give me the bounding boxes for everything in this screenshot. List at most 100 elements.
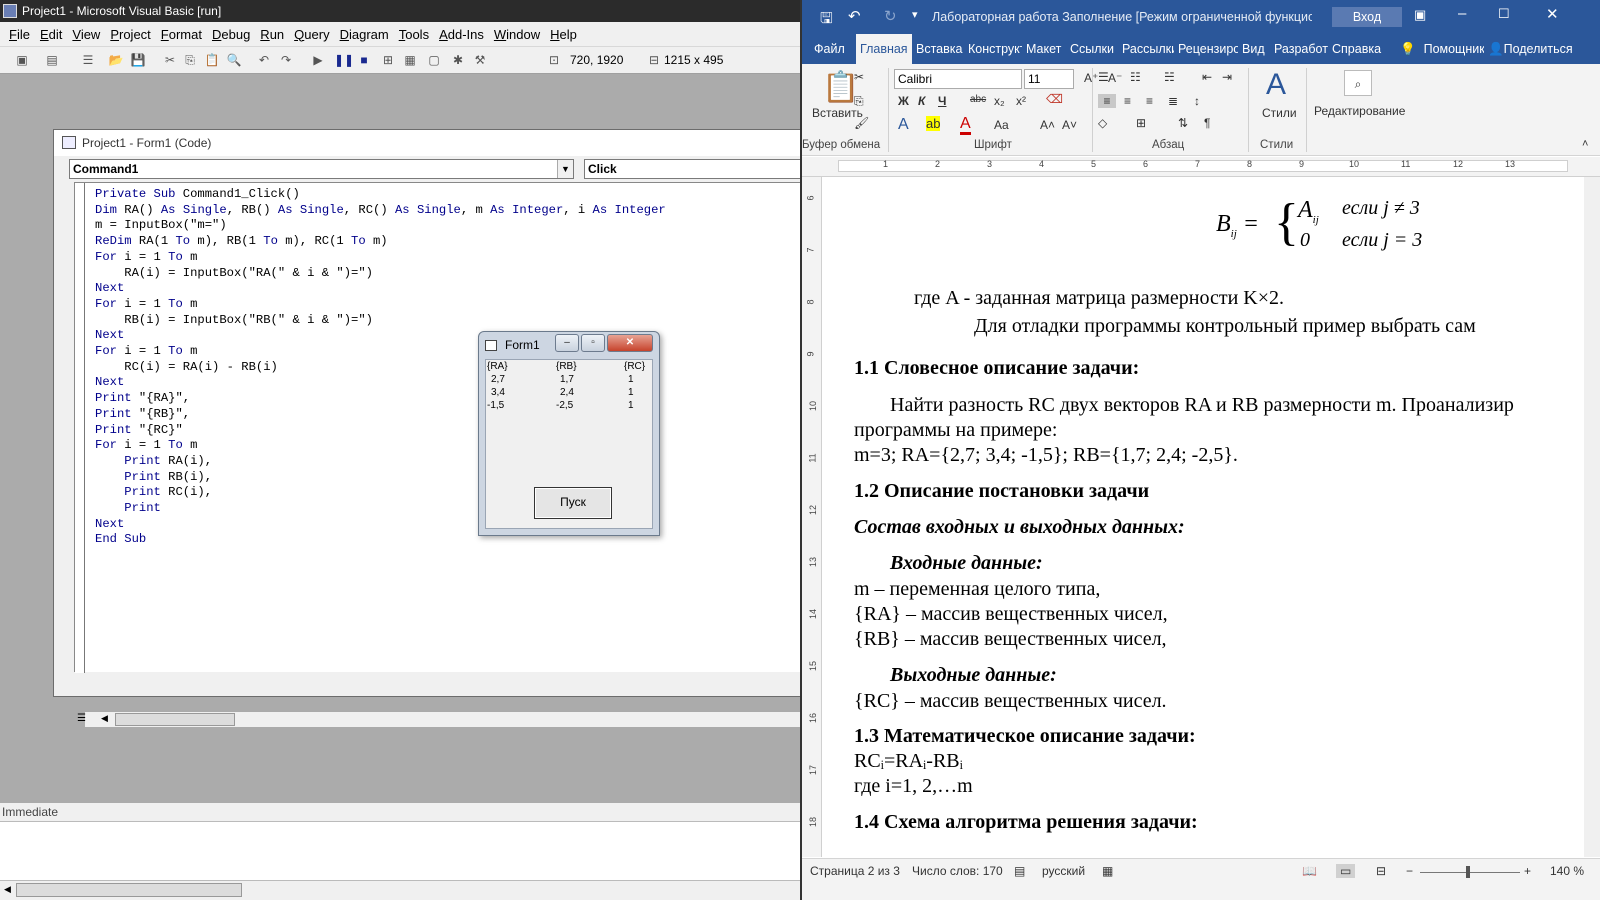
decrease-indent-icon[interactable]: ⇤ bbox=[1202, 70, 1212, 84]
save-icon[interactable]: 💾 bbox=[130, 53, 146, 67]
copy-icon[interactable]: ⎘ bbox=[854, 94, 864, 109]
scroll-thumb[interactable] bbox=[115, 713, 235, 726]
zoom-in-icon[interactable]: + bbox=[1524, 864, 1531, 878]
menu-file[interactable]: File bbox=[4, 27, 35, 42]
print-layout-icon[interactable]: ▭ bbox=[1336, 864, 1356, 878]
web-layout-icon[interactable]: ⊟ bbox=[1376, 864, 1386, 878]
zoom-level[interactable]: 140 % bbox=[1550, 864, 1584, 878]
object-combo[interactable]: Command1 ▼ bbox=[69, 159, 574, 179]
cut-icon[interactable]: ✂ bbox=[854, 70, 864, 84]
numbering-icon[interactable]: ☷ bbox=[1130, 70, 1141, 84]
sign-in-button[interactable]: Вход bbox=[1332, 7, 1402, 27]
maximize-button[interactable]: ▫ bbox=[581, 334, 605, 352]
end-icon[interactable]: ■ bbox=[356, 53, 372, 67]
editing-button[interactable]: Редактирование bbox=[1314, 104, 1405, 118]
clear-formatting-icon[interactable]: ⌫ bbox=[1046, 92, 1063, 106]
tab-file[interactable]: Файл bbox=[802, 34, 856, 64]
code-line[interactable]: m = InputBox("m=") bbox=[95, 218, 666, 234]
shading-icon[interactable]: ◇ bbox=[1098, 116, 1107, 130]
cut-icon[interactable]: ✂ bbox=[162, 53, 178, 67]
copy-icon[interactable]: ⎘ bbox=[182, 53, 198, 67]
proofing-icon[interactable]: ▤ bbox=[1014, 864, 1025, 878]
tab-references[interactable]: Ссылки bbox=[1066, 34, 1118, 64]
tab-layout[interactable]: Макет bbox=[1022, 34, 1066, 64]
menu-addins[interactable]: Add-Ins bbox=[434, 27, 489, 42]
language-indicator[interactable]: русский bbox=[1042, 864, 1085, 878]
text-effects-icon[interactable]: A bbox=[898, 116, 909, 134]
menu-diagram[interactable]: Diagram bbox=[335, 27, 394, 42]
word-count[interactable]: Число слов: 170 bbox=[912, 864, 1003, 878]
underline-icon[interactable]: Ч bbox=[938, 94, 946, 108]
add-project-icon[interactable]: ▣ bbox=[14, 53, 30, 67]
horizontal-scrollbar[interactable]: ☰ ◀ bbox=[77, 711, 805, 727]
increase-indent-icon[interactable]: ⇥ bbox=[1222, 70, 1232, 84]
tell-me-button[interactable]: 💡 Помощник bbox=[1392, 34, 1484, 64]
menu-debug[interactable]: Debug bbox=[207, 27, 255, 42]
paste-icon[interactable]: 📋 bbox=[204, 53, 220, 67]
code-line[interactable]: For i = 1 To m bbox=[95, 250, 666, 266]
code-line[interactable]: For i = 1 To m bbox=[95, 297, 666, 313]
undo-icon[interactable]: ↶ bbox=[848, 7, 861, 25]
code-line[interactable]: Dim RA() As Single, RB() As Single, RC()… bbox=[95, 203, 666, 219]
run-button[interactable]: Пуск bbox=[534, 487, 612, 519]
undo-icon[interactable]: ↶ bbox=[256, 53, 272, 67]
toolbox-icon[interactable]: ⚒ bbox=[472, 53, 488, 67]
save-icon[interactable]: 🖫 bbox=[820, 8, 833, 33]
tab-mailings[interactable]: Рассылки bbox=[1118, 34, 1174, 64]
menu-window[interactable]: Window bbox=[489, 27, 545, 42]
minimize-button[interactable]: – bbox=[1458, 5, 1466, 22]
shrink-font-icon[interactable]: A⁻ bbox=[1108, 71, 1122, 85]
break-icon[interactable]: ❚❚ bbox=[334, 53, 354, 67]
superscript-icon[interactable]: x² bbox=[1016, 94, 1026, 108]
menu-view[interactable]: View bbox=[67, 27, 105, 42]
align-right-icon[interactable]: ≡ bbox=[1146, 94, 1153, 108]
italic-icon[interactable]: К bbox=[918, 94, 925, 108]
shrink-font-2-icon[interactable]: A˅ bbox=[1062, 118, 1077, 132]
justify-icon[interactable]: ≣ bbox=[1168, 94, 1178, 108]
form-layout-icon[interactable]: ▢ bbox=[426, 53, 442, 67]
tab-insert[interactable]: Вставка bbox=[912, 34, 964, 64]
tab-view[interactable]: Вид bbox=[1238, 34, 1270, 64]
bold-icon[interactable]: Ж bbox=[898, 94, 909, 108]
document-page[interactable]: Bij = { Aij если j ≠ 3 0 если j = 3 где … bbox=[824, 177, 1580, 857]
immediate-scrollbar[interactable]: ◀ bbox=[0, 881, 800, 900]
align-center-icon[interactable]: ≡ bbox=[1124, 94, 1131, 108]
font-name-field[interactable]: Calibri bbox=[894, 69, 1022, 89]
menu-help[interactable]: Help bbox=[545, 27, 582, 42]
code-editor[interactable]: Private Sub Command1_Click() Dim RA() As … bbox=[74, 182, 805, 727]
vertical-ruler[interactable]: 6 7 8 9 10 11 12 13 14 15 16 17 18 bbox=[802, 177, 822, 857]
start-icon[interactable]: ▶ bbox=[310, 53, 326, 67]
strikethrough-icon[interactable]: abc bbox=[970, 94, 986, 105]
code-line[interactable]: RA(i) = InputBox("RA(" & i & ")=") bbox=[95, 266, 666, 282]
subscript-icon[interactable]: x₂ bbox=[994, 94, 1005, 108]
menu-query[interactable]: Query bbox=[289, 27, 334, 42]
properties-icon[interactable]: ▦ bbox=[402, 53, 418, 67]
tab-home[interactable]: Главная bbox=[856, 34, 912, 64]
code-line[interactable]: Next bbox=[95, 281, 666, 297]
close-button[interactable]: ✕ bbox=[1546, 5, 1559, 23]
share-button[interactable]: 👤Поделиться bbox=[1484, 34, 1584, 64]
zoom-slider-track[interactable] bbox=[1420, 872, 1520, 873]
align-left-icon[interactable]: ≡ bbox=[1098, 94, 1116, 108]
line-spacing-icon[interactable]: ↕ bbox=[1194, 94, 1200, 108]
read-mode-icon[interactable]: 📖 bbox=[1302, 864, 1317, 878]
procedure-combo[interactable]: Click bbox=[584, 159, 804, 179]
add-form-icon[interactable]: ▤ bbox=[44, 53, 60, 67]
ribbon-display-icon[interactable]: ▣ bbox=[1414, 7, 1426, 23]
open-icon[interactable]: 📂 bbox=[108, 53, 124, 67]
code-line[interactable]: Private Sub Command1_Click() bbox=[95, 187, 666, 203]
borders-icon[interactable]: ⊞ bbox=[1136, 116, 1146, 130]
zoom-slider-thumb[interactable] bbox=[1466, 866, 1470, 878]
styles-icon[interactable]: A bbox=[1266, 68, 1286, 102]
code-line[interactable]: ReDim RA(1 To m), RB(1 To m), RC(1 To m) bbox=[95, 234, 666, 250]
tab-developer[interactable]: Разработчик bbox=[1270, 34, 1328, 64]
find-icon[interactable]: 🔍 bbox=[226, 53, 242, 67]
object-browser-icon[interactable]: ✱ bbox=[450, 53, 466, 67]
show-marks-icon[interactable]: ¶ bbox=[1204, 116, 1210, 130]
scroll-thumb[interactable] bbox=[16, 883, 242, 897]
menu-project[interactable]: Project bbox=[105, 27, 155, 42]
tab-help[interactable]: Справка bbox=[1328, 34, 1392, 64]
tab-design[interactable]: Конструктор bbox=[964, 34, 1022, 64]
redo-icon[interactable]: ↷ bbox=[278, 53, 294, 67]
tab-review[interactable]: Рецензирование bbox=[1174, 34, 1238, 64]
